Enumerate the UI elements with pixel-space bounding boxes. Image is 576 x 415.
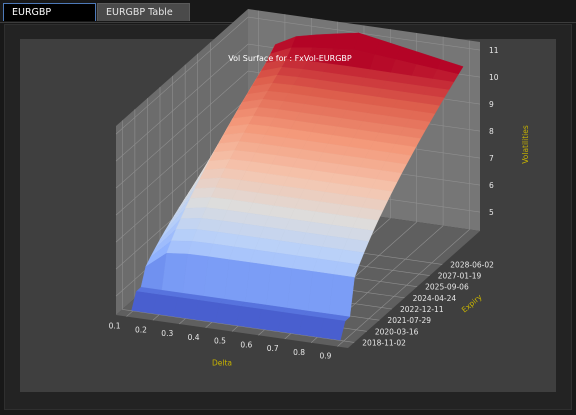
z-tick-label: 6 (489, 181, 494, 190)
chart-title: Vol Surface for : FxVol-EURGBP (228, 54, 352, 63)
z-tick-label: 8 (489, 127, 494, 136)
y-tick-label: 2027-01-19 (438, 272, 482, 281)
x-axis-label: Delta (212, 359, 232, 368)
z-tick-label: 7 (489, 154, 494, 163)
x-tick-label: 0.2 (135, 325, 147, 334)
x-tick-label: 0.1 (109, 322, 121, 331)
y-tick-label: 2024-04-24 (413, 294, 457, 303)
x-tick-label: 0.8 (293, 348, 305, 357)
z-tick-label: 11 (489, 46, 499, 55)
y-tick-label: 2022-12-11 (400, 305, 444, 314)
z-axis-label: Volatilities (521, 125, 530, 164)
y-tick-label: 2028-06-02 (450, 260, 494, 269)
x-tick-label: 0.6 (240, 340, 252, 349)
x-tick-label: 0.5 (214, 337, 226, 346)
y-tick-label: 2021-07-29 (387, 316, 431, 325)
z-tick-label: 10 (489, 73, 499, 82)
x-tick-label: 0.4 (188, 333, 200, 342)
application-window: EURGBP Surface EURGBP Table 0.10.20.30.4… (0, 0, 576, 415)
surface-patch (328, 274, 355, 318)
y-axis-label: Expiry (460, 292, 484, 314)
y-tick-label: 2020-03-16 (375, 327, 419, 336)
x-tick-label: 0.3 (161, 329, 173, 338)
surface-patch (319, 317, 346, 341)
vol-surface-chart: 0.1 0.2 0.3 0.4 0.5 0.6 0.7 0.8 0.9 2018-11-02 202… (109, 9, 530, 368)
x-tick-label: 0.9 (319, 352, 331, 361)
y-tick-label: 2018-11-02 (362, 338, 406, 347)
z-tick-label: 5 (489, 208, 494, 217)
y-tick-label: 2025-09-06 (425, 283, 469, 292)
z-tick-label: 9 (489, 100, 494, 109)
x-tick-label: 0.7 (267, 344, 279, 353)
